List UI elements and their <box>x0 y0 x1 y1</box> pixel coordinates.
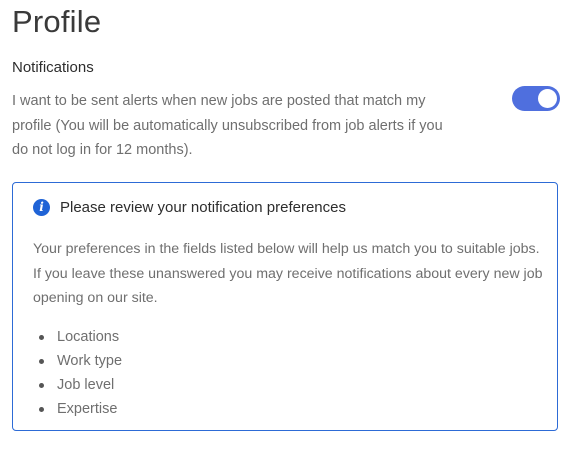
alert-title: Please review your notification preferen… <box>60 199 346 216</box>
page-title: Profile <box>12 4 102 39</box>
notifications-description: I want to be sent alerts when new jobs a… <box>12 93 443 158</box>
notifications-heading: Notifications <box>12 59 94 76</box>
list-item: Locations <box>33 325 122 349</box>
notification-preferences-alert: i Please review your notification prefer… <box>12 182 558 431</box>
list-item: Expertise <box>33 397 122 421</box>
job-alerts-toggle[interactable] <box>512 86 560 111</box>
list-item: Job level <box>33 373 122 397</box>
alert-body: Your preferences in the fields listed be… <box>33 241 543 306</box>
toggle-knob <box>538 89 557 108</box>
alert-header: i Please review your notification prefer… <box>33 199 346 216</box>
info-icon: i <box>33 199 50 216</box>
list-item: Work type <box>33 349 122 373</box>
preference-fields-list: Locations Work type Job level Expertise <box>33 325 122 421</box>
